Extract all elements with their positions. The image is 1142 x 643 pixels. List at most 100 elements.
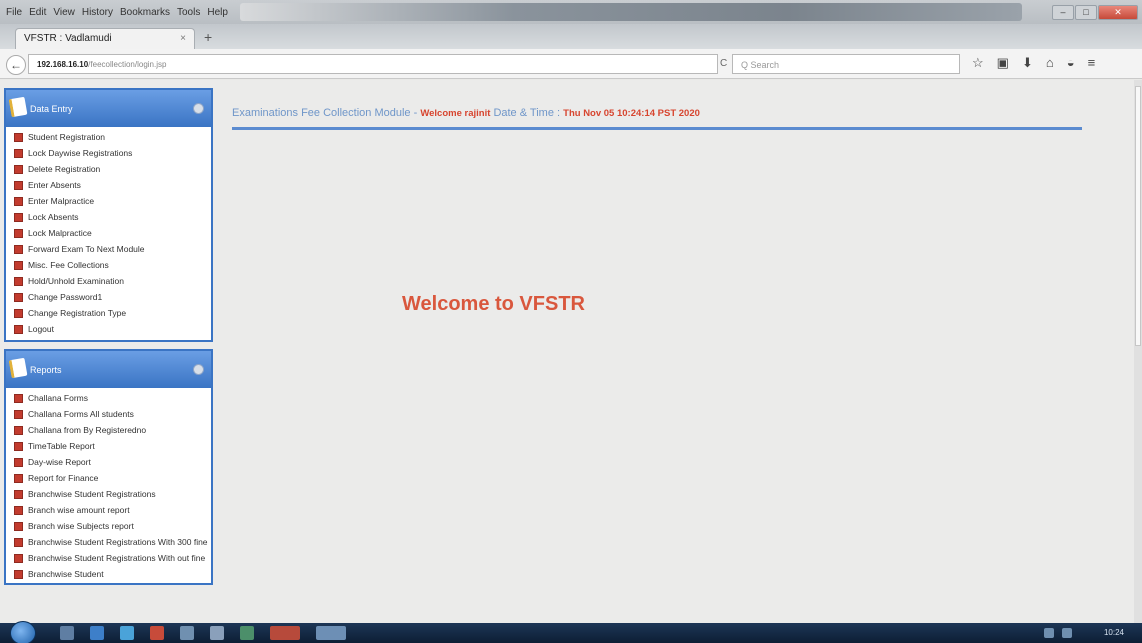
bookmark-star-icon[interactable]: ☆ — [972, 55, 984, 71]
bullet-icon — [14, 308, 23, 318]
menu-bar: File Edit View History Bookmarks Tools H… — [0, 7, 228, 18]
menu-item-day-wise-report[interactable]: Day-wise Report — [6, 454, 211, 470]
window-controls: – □ ✕ — [1052, 4, 1138, 20]
menu-item-lock-malpractice[interactable]: Lock Malpractice — [6, 225, 211, 241]
bullet-icon — [14, 489, 23, 499]
menu-item-enter-absents[interactable]: Enter Absents — [6, 177, 211, 193]
minimize-button[interactable]: – — [1052, 4, 1074, 20]
reload-icon[interactable]: C — [720, 58, 727, 69]
hamburger-menu-icon[interactable]: ≡ — [1088, 55, 1096, 71]
menu-item-logout[interactable]: Logout — [6, 321, 211, 337]
app-icon[interactable] — [316, 626, 346, 640]
system-tray — [1044, 628, 1072, 638]
maximize-button[interactable]: □ — [1075, 4, 1097, 20]
volume-icon[interactable] — [1062, 628, 1072, 638]
menu-tools[interactable]: Tools — [177, 7, 200, 18]
app-icon[interactable] — [210, 626, 224, 640]
datetime-value: Thu Nov 05 10:24:14 PST 2020 — [563, 108, 700, 119]
menu-item-challana-by-regno[interactable]: Challana from By Registeredno — [6, 422, 211, 438]
menu-item-misc-fee-collections[interactable]: Misc. Fee Collections — [6, 257, 211, 273]
bullet-icon — [14, 505, 23, 515]
menu-item-branchwise-300-fine[interactable]: Branchwise Student Registrations With 30… — [6, 534, 211, 550]
menu-item-branch-amount-report[interactable]: Branch wise amount report — [6, 502, 211, 518]
menu-item-branch-subjects-report[interactable]: Branch wise Subjects report — [6, 518, 211, 534]
menu-help[interactable]: Help — [207, 7, 228, 18]
menu-item-label: Enter Malpractice — [28, 195, 95, 206]
pocket-icon[interactable]: ◒ — [1067, 55, 1075, 71]
windows-taskbar: 10:24 — [0, 621, 1142, 643]
menu-item-hold-unhold-examination[interactable]: Hold/Unhold Examination — [6, 273, 211, 289]
menu-item-label: Misc. Fee Collections — [28, 259, 109, 270]
menu-item-change-registration-type[interactable]: Change Registration Type — [6, 305, 211, 321]
collapse-icon[interactable] — [193, 364, 204, 375]
bullet-icon — [14, 276, 23, 286]
module-header: Examinations Fee Collection Module - Wel… — [232, 107, 1082, 123]
page-viewport: Data Entry Student Registration Lock Day… — [0, 80, 1134, 623]
menu-item-label: Delete Registration — [28, 163, 101, 174]
menu-item-lock-daywise-registrations[interactable]: Lock Daywise Registrations — [6, 145, 211, 161]
close-window-button[interactable]: ✕ — [1098, 4, 1138, 20]
reading-list-icon[interactable]: ▣ — [997, 55, 1009, 71]
menu-item-report-for-finance[interactable]: Report for Finance — [6, 470, 211, 486]
vertical-scrollbar[interactable] — [1134, 80, 1142, 623]
menu-item-forward-exam[interactable]: Forward Exam To Next Module — [6, 241, 211, 257]
menu-item-challana-forms-all[interactable]: Challana Forms All students — [6, 406, 211, 422]
bullet-icon — [14, 228, 23, 238]
menu-item-student-registration[interactable]: Student Registration — [6, 129, 211, 145]
close-tab-icon[interactable]: × — [180, 33, 186, 45]
menu-file[interactable]: File — [6, 7, 22, 18]
reports-menu: Challana Forms Challana Forms All studen… — [6, 388, 211, 583]
tab-title: VFSTR : Vadlamudi — [24, 33, 112, 44]
menu-item-delete-registration[interactable]: Delete Registration — [6, 161, 211, 177]
collapse-icon[interactable] — [193, 103, 204, 114]
menu-item-change-password[interactable]: Change Password1 — [6, 289, 211, 305]
ie-icon[interactable] — [90, 626, 104, 640]
menu-item-label: Branch wise amount report — [28, 504, 130, 515]
search-input[interactable]: Q Search — [732, 54, 960, 74]
app-icon[interactable] — [180, 626, 194, 640]
url-path: /feecollection/login.jsp — [88, 60, 167, 69]
start-button[interactable] — [10, 621, 36, 643]
menu-item-challana-forms[interactable]: Challana Forms — [6, 390, 211, 406]
menu-item-branchwise-without-fine[interactable]: Branchwise Student Registrations With ou… — [6, 550, 211, 566]
firefox-icon[interactable] — [270, 626, 300, 640]
menu-item-enter-malpractice[interactable]: Enter Malpractice — [6, 193, 211, 209]
titlebar-drag-area[interactable] — [239, 3, 1022, 21]
notepad-icon — [8, 96, 28, 118]
taskbar-clock[interactable]: 10:24 — [1104, 628, 1124, 637]
menu-item-label: Enter Absents — [28, 179, 81, 190]
menu-history[interactable]: History — [82, 7, 113, 18]
data-entry-header: Data Entry — [6, 90, 211, 127]
app-icon[interactable] — [150, 626, 164, 640]
menu-item-label: Branchwise Student Registrations With 30… — [28, 536, 208, 547]
downloads-icon[interactable]: ⬇ — [1022, 55, 1033, 71]
datetime-label: Date & Time : — [493, 107, 561, 119]
reports-title: Reports — [30, 365, 62, 375]
menu-item-timetable-report[interactable]: TimeTable Report — [6, 438, 211, 454]
home-icon[interactable]: ⌂ — [1046, 55, 1054, 71]
menu-item-label: Hold/Unhold Examination — [28, 275, 124, 286]
sidebar: Data Entry Student Registration Lock Day… — [4, 88, 213, 592]
bullet-icon — [14, 393, 23, 403]
tab-vfstr[interactable]: VFSTR : Vadlamudi × — [15, 28, 195, 49]
menu-item-label: Branchwise Student — [28, 568, 104, 579]
scrollbar-thumb[interactable] — [1135, 86, 1141, 346]
menu-item-branchwise-registrations[interactable]: Branchwise Student Registrations — [6, 486, 211, 502]
menu-bookmarks[interactable]: Bookmarks — [120, 7, 170, 18]
welcome-message: Welcome to VFSTR — [402, 293, 585, 315]
bullet-icon — [14, 425, 23, 435]
explorer-icon[interactable] — [60, 626, 74, 640]
toolbar-icons: ☆ ▣ ⬇ ⌂ ◒ ≡ — [972, 55, 1095, 71]
chrome-icon[interactable] — [120, 626, 134, 640]
menu-item-label: Forward Exam To Next Module — [28, 243, 145, 254]
menu-item-lock-absents[interactable]: Lock Absents — [6, 209, 211, 225]
back-button[interactable]: ← — [6, 55, 26, 75]
menu-item-label: Student Registration — [28, 131, 106, 142]
network-icon[interactable] — [1044, 628, 1054, 638]
menu-item-branchwise-student[interactable]: Branchwise Student — [6, 566, 211, 582]
url-bar[interactable]: 192.168.16.10/feecollection/login.jsp — [28, 54, 718, 74]
app-icon[interactable] — [240, 626, 254, 640]
new-tab-button[interactable]: + — [204, 29, 212, 45]
menu-edit[interactable]: Edit — [29, 7, 46, 18]
menu-view[interactable]: View — [53, 7, 75, 18]
